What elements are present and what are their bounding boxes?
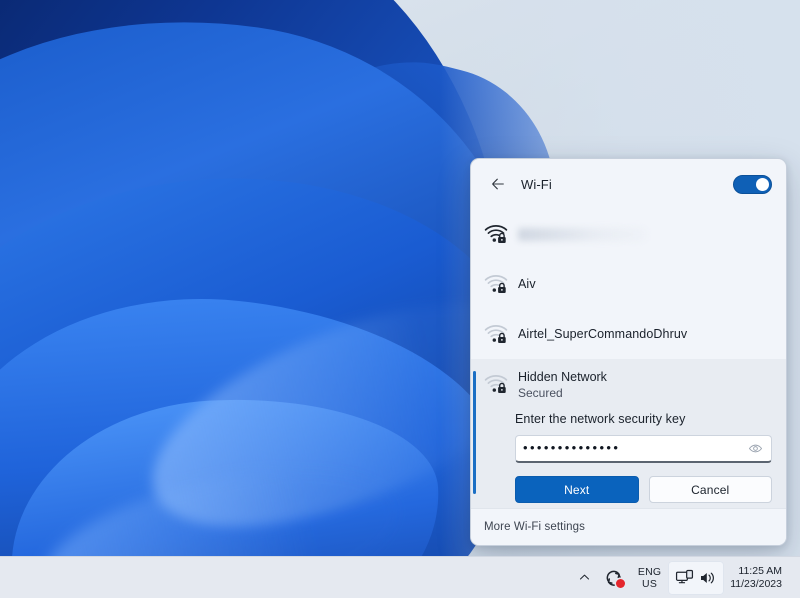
more-wifi-settings-link[interactable]: More Wi-Fi settings [484, 521, 585, 533]
reveal-password-button[interactable] [745, 439, 765, 459]
taskbar[interactable]: ENG US 11:25 AM 11/23/2023 [0, 556, 800, 598]
cast-monitor-icon [675, 569, 694, 586]
form-button-row: Next Cancel [515, 476, 772, 503]
wifi-secured-4-bars-icon [483, 221, 509, 247]
wifi-toggle-switch[interactable] [733, 175, 772, 194]
cancel-button[interactable]: Cancel [649, 476, 773, 503]
next-button[interactable]: Next [515, 476, 639, 503]
back-button[interactable] [483, 169, 513, 199]
wifi-flyout-panel[interactable]: Wi-Fi Aiv [470, 158, 787, 546]
wifi-panel-header: Wi-Fi [471, 159, 786, 209]
input-language-button[interactable]: ENG US [631, 561, 668, 595]
page-title: Wi-Fi [521, 177, 552, 192]
speaker-volume-icon [699, 570, 717, 586]
network-name-redacted [518, 228, 646, 241]
system-tray: ENG US 11:25 AM 11/23/2023 [572, 557, 800, 598]
notification-red-dot [616, 579, 625, 588]
wifi-secured-1-bar-icon [483, 321, 509, 347]
network-name: Aiv [518, 277, 536, 291]
clock-date: 11/23/2023 [730, 578, 782, 591]
network-list-item-selected[interactable]: Hidden Network Secured Enter the network… [471, 359, 786, 515]
selection-accent-bar [473, 371, 476, 494]
selected-network-header: Hidden Network Secured [471, 359, 786, 406]
tray-overflow-button[interactable] [572, 561, 597, 595]
network-sync-wrapper [604, 569, 624, 587]
network-name: Airtel_SuperCommandoDhruv [518, 327, 687, 341]
clock-button[interactable]: 11:25 AM 11/23/2023 [724, 565, 792, 591]
language-secondary: US [642, 578, 657, 590]
wifi-secured-1-bar-icon [483, 371, 509, 397]
eye-icon [748, 441, 763, 456]
wifi-secured-1-bar-icon [483, 271, 509, 297]
security-key-value: •••••••••••••• [523, 441, 745, 454]
network-list-item[interactable]: Airtel_SuperCommandoDhruv [471, 309, 786, 359]
selected-network-name: Hidden Network [518, 369, 607, 385]
language-primary: ENG [638, 566, 661, 578]
security-key-input[interactable]: •••••••••••••• [515, 435, 772, 463]
network-list-item[interactable] [471, 209, 786, 259]
quick-settings-button[interactable] [668, 561, 724, 595]
arrow-left-icon [490, 176, 506, 192]
chevron-up-icon [579, 572, 590, 583]
security-key-label: Enter the network security key [515, 412, 772, 426]
clock-time: 11:25 AM [738, 565, 782, 578]
wifi-panel-footer: More Wi-Fi settings [471, 508, 786, 545]
language-indicator: ENG US [638, 566, 661, 590]
network-sync-button[interactable] [597, 561, 631, 595]
network-list-item[interactable]: Aiv [471, 259, 786, 309]
toggle-knob [756, 178, 769, 191]
security-key-form: Enter the network security key •••••••••… [471, 406, 786, 503]
selected-network-status: Secured [518, 385, 607, 402]
